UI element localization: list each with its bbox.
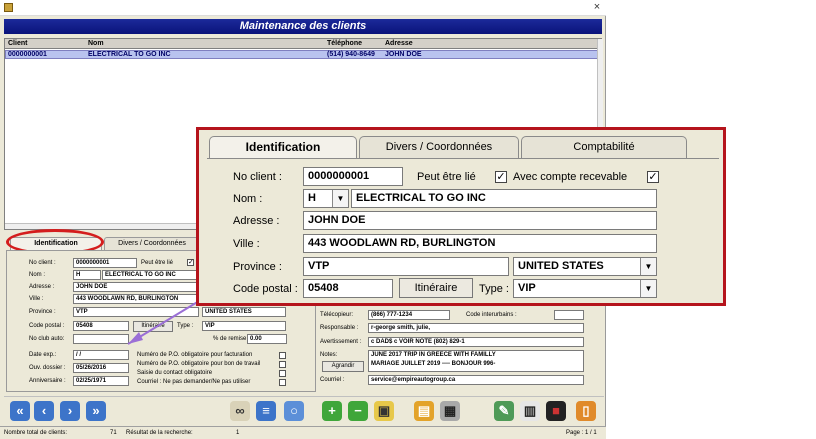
- nom-field-zoom[interactable]: ELECTRICAL TO GO INC: [351, 189, 657, 208]
- peut-etre-lie-checkbox-zoom[interactable]: ✓: [495, 171, 507, 183]
- code-postal-field-zoom[interactable]: 05408: [303, 279, 393, 298]
- type-value: VIP: [518, 282, 536, 294]
- type-label-zoom: Type :: [479, 283, 509, 295]
- peut-etre-lie-label-zoom: Peut être lié: [417, 171, 476, 183]
- province-label-zoom: Province :: [233, 261, 282, 273]
- nom-prefix-value: H: [308, 192, 316, 204]
- adresse-field-zoom[interactable]: JOHN DOE: [303, 211, 657, 230]
- no-client-field-zoom[interactable]: 0000000001: [303, 167, 403, 186]
- zoom-callout: Identification Divers / Coordonnées Comp…: [196, 127, 726, 306]
- type-select-zoom[interactable]: VIP ▼: [513, 279, 657, 298]
- tab-comptabilite[interactable]: Comptabilité: [521, 136, 687, 158]
- chevron-down-icon[interactable]: ▼: [332, 190, 348, 207]
- province-field-zoom[interactable]: VTP: [303, 257, 509, 276]
- no-client-label-zoom: No client :: [233, 171, 282, 183]
- nom-prefix-select-zoom[interactable]: H ▼: [303, 189, 349, 208]
- tab-divider: [207, 158, 719, 159]
- chevron-down-icon[interactable]: ▼: [640, 258, 656, 275]
- code-postal-label-zoom: Code postal :: [233, 283, 298, 295]
- tab-identification[interactable]: Identification: [209, 136, 357, 158]
- itineraire-button[interactable]: Itinéraire: [399, 278, 473, 298]
- avec-compte-label: Avec compte recevable: [513, 171, 628, 183]
- chevron-down-icon[interactable]: ▼: [640, 280, 656, 297]
- avec-compte-checkbox[interactable]: ✓: [647, 171, 659, 183]
- tab-divers[interactable]: Divers / Coordonnées: [359, 136, 519, 158]
- pays-select-zoom[interactable]: UNITED STATES ▼: [513, 257, 657, 276]
- arrow-head-bottom: [128, 332, 143, 344]
- ville-field-zoom[interactable]: 443 WOODLAWN RD, BURLINGTON: [303, 234, 657, 253]
- adresse-label-zoom: Adresse :: [233, 215, 280, 227]
- nom-label-zoom: Nom :: [233, 193, 263, 205]
- ville-label-zoom: Ville :: [233, 238, 260, 250]
- pays-value: UNITED STATES: [518, 260, 604, 272]
